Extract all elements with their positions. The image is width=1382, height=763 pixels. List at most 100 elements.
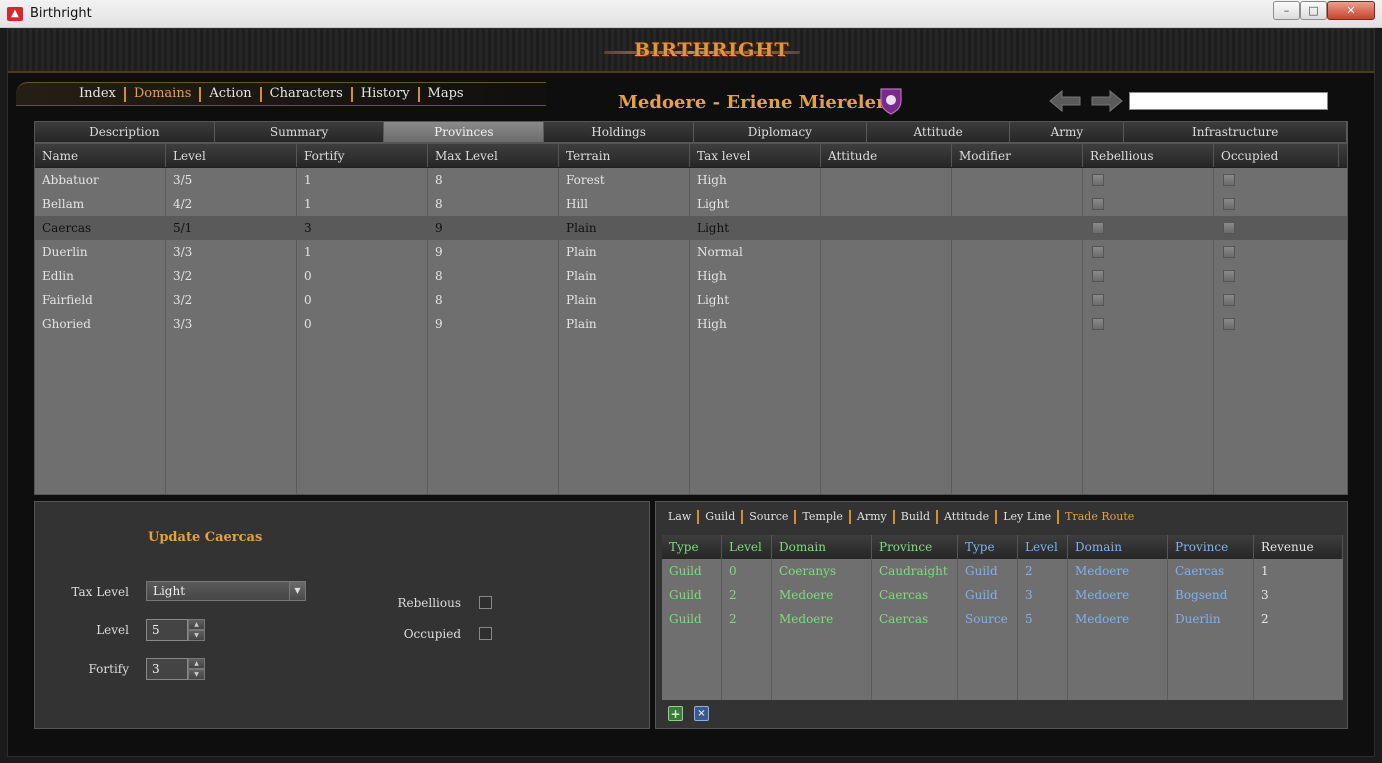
cell-modifier xyxy=(952,192,1083,216)
occupied-checkbox[interactable] xyxy=(1223,294,1235,306)
column-header-tax-level[interactable]: Tax level xyxy=(690,144,821,167)
table-row[interactable]: Bellam 4/2 1 8 Hill Light xyxy=(35,192,1347,216)
column-header-fortify[interactable]: Fortify xyxy=(297,144,428,167)
occupied-checkbox[interactable] xyxy=(1223,198,1235,210)
subtab-law[interactable]: Law xyxy=(662,511,697,523)
update-title: Update Caercas xyxy=(148,530,263,545)
nav-item-characters[interactable]: Characters xyxy=(262,87,351,101)
trade-row[interactable]: Guild 2 Medoere Caercas Source 5 Medoere Duerli… xyxy=(662,607,1343,631)
trade-header-target-level[interactable]: Level xyxy=(1018,535,1068,559)
cell-attitude xyxy=(821,240,952,264)
subtab-trade-route[interactable]: Trade Route xyxy=(1059,511,1140,523)
nav-item-domains[interactable]: Domains xyxy=(126,87,200,101)
tax-level-select[interactable]: Light ▼ xyxy=(146,581,306,601)
occupied-checkbox[interactable] xyxy=(1223,222,1235,234)
rebellious-checkbox[interactable] xyxy=(1092,246,1104,258)
tab-diplomacy[interactable]: Diplomacy xyxy=(693,122,867,142)
column-header-attitude[interactable]: Attitude xyxy=(821,144,952,167)
tab-infrastructure[interactable]: Infrastructure xyxy=(1124,122,1347,142)
column-header-name[interactable]: Name xyxy=(35,144,166,167)
table-row[interactable]: Abbatuor 3/5 1 8 Forest High xyxy=(35,168,1347,192)
trade-row[interactable]: Guild 2 Medoere Caercas Guild 3 Medoere Bogsend… xyxy=(662,583,1343,607)
trade-cell-level: 0 xyxy=(729,564,737,578)
column-header-max-level[interactable]: Max Level xyxy=(428,144,559,167)
table-row[interactable]: Caercas 5/1 3 9 Plain Light xyxy=(35,216,1347,240)
fortify-label: Fortify xyxy=(88,662,129,676)
column-header-occupied[interactable]: Occupied xyxy=(1214,144,1339,167)
trade-header-type[interactable]: Type xyxy=(662,535,722,559)
tab-holdings[interactable]: Holdings xyxy=(544,122,694,142)
tab-provinces[interactable]: Provinces xyxy=(384,122,545,142)
column-divider xyxy=(957,559,958,700)
trade-cell-target-domain: Medoere xyxy=(1075,588,1130,602)
nav-item-action[interactable]: Action xyxy=(201,87,259,101)
occupied-checkbox[interactable] xyxy=(1223,246,1235,258)
nav-item-index[interactable]: Index xyxy=(71,87,124,101)
close-button[interactable]: ✕ xyxy=(1327,1,1375,20)
trade-header-target-domain[interactable]: Domain xyxy=(1068,535,1168,559)
trade-header-target-province[interactable]: Province xyxy=(1168,535,1254,559)
tab-summary[interactable]: Summary xyxy=(214,122,385,142)
arrow-right-icon[interactable] xyxy=(1090,89,1124,113)
arrow-left-icon[interactable] xyxy=(1048,89,1082,113)
occupied-checkbox[interactable] xyxy=(1223,318,1235,330)
subtab-army[interactable]: Army xyxy=(851,511,893,523)
table-row[interactable]: Fairfield 3/2 0 8 Plain Light xyxy=(35,288,1347,312)
subtab-temple[interactable]: Temple xyxy=(796,511,849,523)
rebellious-checkbox[interactable] xyxy=(1092,318,1104,330)
trade-header-province[interactable]: Province xyxy=(872,535,958,559)
trade-header-target-type[interactable]: Type xyxy=(958,535,1018,559)
nav-item-history[interactable]: History xyxy=(353,87,418,101)
cell-level: 3/3 xyxy=(173,317,193,331)
subtab-build[interactable]: Build xyxy=(895,511,936,523)
trade-cell-target-province: Caercas xyxy=(1175,564,1225,578)
remove-icon[interactable]: × xyxy=(694,706,709,721)
cell-attitude xyxy=(821,168,952,192)
table-row[interactable]: Duerlin 3/3 1 9 Plain Normal xyxy=(35,240,1347,264)
subtab-source[interactable]: Source xyxy=(743,511,794,523)
chevron-down-icon[interactable]: ▼ xyxy=(289,582,305,600)
cell-fortify: 1 xyxy=(304,197,312,211)
cell-tax: High xyxy=(697,317,727,331)
table-row[interactable]: Edlin 3/2 0 8 Plain High xyxy=(35,264,1347,288)
cell-max-level: 8 xyxy=(435,173,443,187)
add-icon[interactable]: + xyxy=(668,706,683,721)
trade-header-domain[interactable]: Domain xyxy=(772,535,872,559)
level-value[interactable]: 5 xyxy=(146,619,188,641)
trade-header-revenue[interactable]: Revenue xyxy=(1254,535,1343,559)
level-down-icon[interactable]: ▼ xyxy=(188,630,205,641)
level-up-icon[interactable]: ▲ xyxy=(188,619,205,630)
tab-attitude[interactable]: Attitude xyxy=(866,122,1011,142)
rebellious-checkbox[interactable] xyxy=(1092,222,1104,234)
column-header-level[interactable]: Level xyxy=(166,144,297,167)
rebellious-checkbox[interactable] xyxy=(479,596,492,609)
holdings-tabs: Law Guild Source Temple Army Build Attitude Ley… xyxy=(662,510,1140,524)
search-input[interactable] xyxy=(1129,92,1328,110)
occupied-checkbox[interactable] xyxy=(479,627,492,640)
minimize-button[interactable]: – xyxy=(1273,1,1300,20)
occupied-checkbox[interactable] xyxy=(1223,270,1235,282)
maximize-button[interactable]: □ xyxy=(1300,1,1327,20)
fortify-value[interactable]: 3 xyxy=(146,658,188,680)
subtab-guild[interactable]: Guild xyxy=(699,511,741,523)
fortify-down-icon[interactable]: ▼ xyxy=(188,669,205,680)
rebellious-checkbox[interactable] xyxy=(1092,294,1104,306)
tab-description[interactable]: Description xyxy=(35,122,215,142)
rebellious-checkbox[interactable] xyxy=(1092,174,1104,186)
table-row[interactable]: Ghoried 3/3 0 9 Plain High xyxy=(35,312,1347,336)
fortify-stepper[interactable]: 3 ▲ ▼ xyxy=(146,658,206,680)
nav-item-maps[interactable]: Maps xyxy=(420,87,472,101)
fortify-up-icon[interactable]: ▲ xyxy=(188,658,205,669)
subtab-ley-line[interactable]: Ley Line xyxy=(997,511,1057,523)
trade-row[interactable]: Guild 0 Coeranys Caudraight Guild 2 Medoere Cae… xyxy=(662,559,1343,583)
trade-header-level[interactable]: Level xyxy=(722,535,772,559)
level-stepper[interactable]: 5 ▲ ▼ xyxy=(146,619,206,641)
subtab-attitude[interactable]: Attitude xyxy=(938,511,995,523)
rebellious-checkbox[interactable] xyxy=(1092,270,1104,282)
tab-army[interactable]: Army xyxy=(1010,122,1125,142)
column-header-rebellious[interactable]: Rebellious xyxy=(1083,144,1214,167)
column-header-modifier[interactable]: Modifier xyxy=(952,144,1083,167)
occupied-checkbox[interactable] xyxy=(1223,174,1235,186)
column-header-terrain[interactable]: Terrain xyxy=(559,144,690,167)
rebellious-checkbox[interactable] xyxy=(1092,198,1104,210)
